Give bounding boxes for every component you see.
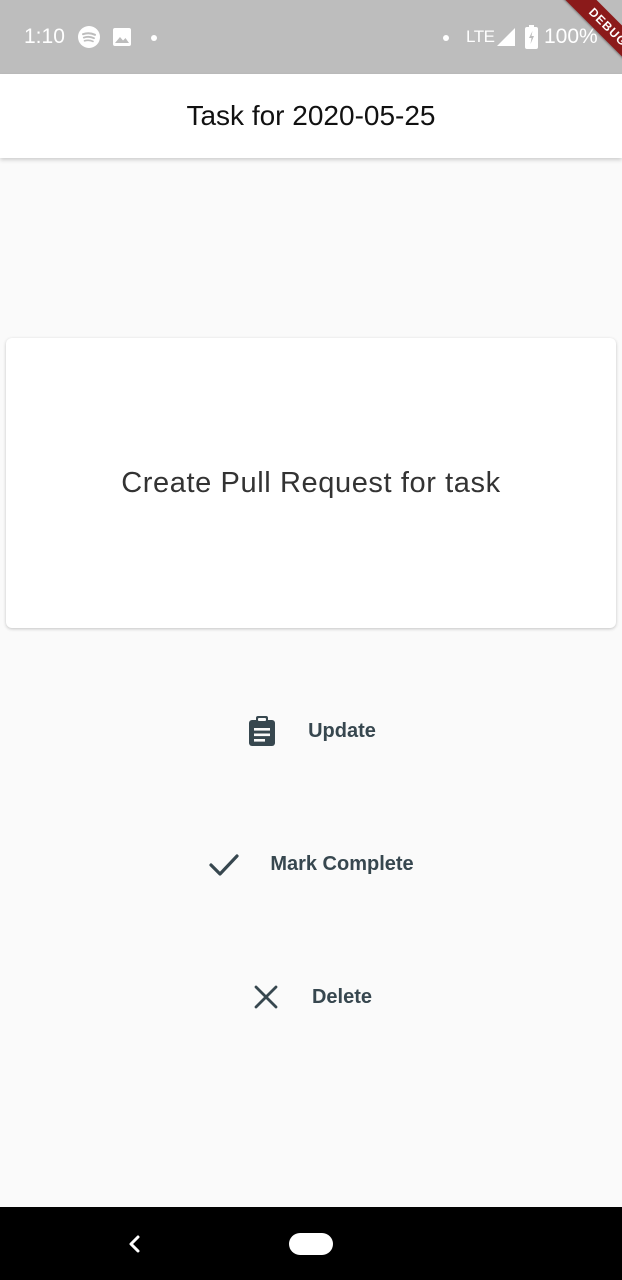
mark-complete-label: Mark Complete xyxy=(270,852,414,875)
update-button[interactable]: Update xyxy=(0,691,622,771)
close-icon xyxy=(250,981,282,1013)
delete-label: Delete xyxy=(311,985,373,1008)
delete-button[interactable]: Delete xyxy=(0,957,622,1037)
battery-icon xyxy=(525,25,538,49)
status-bar: 1:10 LTE 100% DEBUG xyxy=(0,0,622,74)
page-title: Task for 2020-05-25 xyxy=(186,100,436,131)
spotify-icon xyxy=(78,26,100,48)
back-icon[interactable] xyxy=(124,1231,146,1257)
clipboard-icon xyxy=(246,715,278,747)
image-icon xyxy=(113,28,131,46)
signal-icon xyxy=(497,28,515,46)
task-card: Create Pull Request for task xyxy=(6,338,616,628)
task-text: Create Pull Request for task xyxy=(121,466,501,499)
check-icon xyxy=(208,848,240,880)
network-type: LTE xyxy=(466,27,495,46)
navigation-bar xyxy=(0,1207,622,1280)
update-label: Update xyxy=(308,719,376,742)
status-time: 1:10 xyxy=(24,25,65,48)
dot-icon xyxy=(443,35,449,41)
app-bar: Task for 2020-05-25 xyxy=(0,74,622,158)
notification-dot-icon xyxy=(151,35,157,41)
home-pill-icon[interactable] xyxy=(289,1233,333,1255)
battery-percentage: 100% xyxy=(544,25,598,48)
mark-complete-button[interactable]: Mark Complete xyxy=(0,824,622,904)
